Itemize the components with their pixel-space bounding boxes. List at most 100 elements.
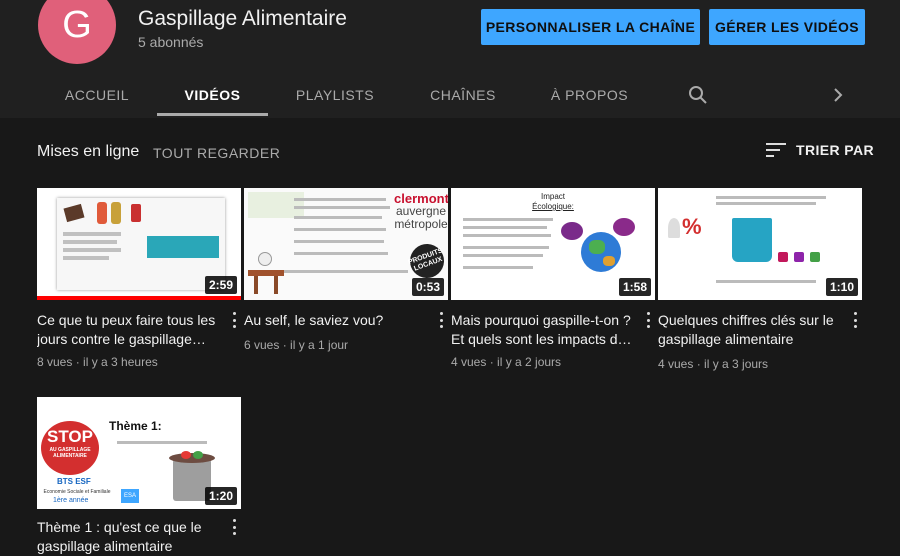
- subscriber-count: 5 abonnés: [138, 34, 204, 50]
- upload-age: il y a 2 jours: [497, 355, 562, 369]
- text-line: [463, 246, 549, 249]
- text-line: [117, 441, 207, 444]
- polluted-earth-image: [559, 218, 635, 278]
- bottle-image: [97, 202, 107, 224]
- tab-playlists[interactable]: PLAYLISTS: [290, 72, 380, 118]
- play-all-button[interactable]: TOUT REGARDER: [153, 145, 280, 161]
- video-duration: 1:10: [825, 278, 858, 296]
- video-thumbnail[interactable]: Impact Écologique: 1:58: [451, 188, 655, 300]
- text-line: [716, 202, 816, 205]
- manage-videos-button[interactable]: GÉRER LES VIDÉOS: [709, 9, 865, 45]
- sort-label: TRIER PAR: [796, 142, 875, 158]
- chocolate-image: [63, 203, 85, 223]
- channel-tabs: ACCUEIL VIDÉOS PLAYLISTS CHAÎNES À PROPO…: [0, 72, 900, 118]
- video-card: Thème 1: STOP AU GASPILLAGE ALIMENTAIRE …: [37, 397, 241, 556]
- tab-videos[interactable]: VIDÉOS: [157, 72, 268, 118]
- video-title[interactable]: Ce que tu peux faire tous les jours cont…: [37, 311, 221, 349]
- teal-banner: [147, 236, 219, 258]
- video-thumbnail[interactable]: clermont auvergne métropole PRODUITS LOC…: [244, 188, 448, 300]
- slide-heading: Impact Écologique:: [532, 192, 574, 211]
- avatar-letter: G: [62, 3, 92, 46]
- upload-age: il y a 3 heures: [83, 355, 158, 369]
- text-line: [463, 266, 533, 269]
- channel-name: Gaspillage Alimentaire: [138, 7, 347, 30]
- food-illustration: [248, 192, 304, 218]
- tab-home[interactable]: ACCUEIL: [58, 72, 136, 118]
- shelf-title: Mises en ligne: [37, 143, 140, 160]
- text-line: [63, 248, 121, 252]
- text-line: [284, 270, 408, 273]
- tab-channels[interactable]: CHAÎNES: [425, 72, 501, 118]
- video-title[interactable]: Quelques chiffres clés sur le gaspillage…: [658, 311, 842, 349]
- food-icon: [778, 252, 788, 262]
- text-line: [294, 198, 386, 201]
- upload-age: il y a 3 jours: [704, 357, 769, 371]
- person-at-desk-image: [248, 252, 284, 294]
- video-duration: 2:59: [204, 276, 237, 294]
- more-vert-icon[interactable]: [229, 517, 239, 537]
- percent-figure-image: %: [668, 212, 712, 248]
- more-vert-icon[interactable]: [436, 310, 446, 330]
- text-line: [716, 280, 816, 283]
- text-line: [463, 234, 551, 237]
- thumbnail-slide: [57, 198, 225, 290]
- view-count: 4 vues: [451, 355, 487, 369]
- local-products-badge: PRODUITS LOCAUX: [405, 239, 448, 283]
- food-icon: [810, 252, 820, 262]
- clermont-logo: clermont auvergne métropole: [394, 191, 448, 231]
- text-line: [294, 252, 388, 255]
- video-meta: 4 vues · il y a 2 jours: [451, 355, 562, 369]
- text-line: [63, 240, 117, 244]
- customize-channel-button[interactable]: PERSONNALISER LA CHAÎNE: [481, 9, 700, 45]
- text-line: [63, 256, 109, 260]
- more-vert-icon[interactable]: [643, 310, 653, 330]
- sort-button[interactable]: TRIER PAR: [766, 142, 874, 158]
- text-line: [294, 228, 386, 231]
- video-thumbnail[interactable]: 2:59: [37, 188, 241, 300]
- video-card: 2:59 Ce que tu peux faire tous les jours…: [37, 188, 241, 378]
- esf-label: Economie Sociale et Familiale: [43, 489, 111, 495]
- view-count: 6 vues: [244, 338, 280, 352]
- chevron-right-icon[interactable]: [828, 72, 848, 118]
- more-vert-icon[interactable]: [229, 310, 239, 330]
- sort-icon: [766, 143, 786, 157]
- channel-avatar[interactable]: G: [38, 0, 116, 64]
- food-icon: [794, 252, 804, 262]
- video-duration: 1:58: [618, 278, 651, 296]
- bottle-image: [111, 202, 121, 224]
- video-card: clermont auvergne métropole PRODUITS LOC…: [244, 188, 448, 378]
- year-label: 1ère année: [53, 497, 89, 504]
- video-card: Impact Écologique: 1:58 Mais pourquoi ga…: [451, 188, 655, 378]
- video-duration: 1:20: [204, 487, 237, 505]
- video-thumbnail[interactable]: % 1:10: [658, 188, 862, 300]
- trash-bin-image: [732, 218, 772, 262]
- video-title[interactable]: Au self, le saviez vou?: [244, 311, 428, 330]
- text-line: [463, 218, 553, 221]
- search-icon[interactable]: [686, 72, 710, 118]
- channel-header: G Gaspillage Alimentaire 5 abonnés PERSO…: [0, 0, 900, 118]
- video-meta: 6 vues · il y a 1 jour: [244, 338, 349, 352]
- text-line: [294, 206, 390, 209]
- view-count: 8 vues: [37, 355, 73, 369]
- more-vert-icon[interactable]: [850, 310, 860, 330]
- text-line: [294, 240, 384, 243]
- bts-label: BTS ESF: [57, 477, 91, 486]
- video-meta: 4 vues · il y a 3 jours: [658, 357, 769, 371]
- text-line: [294, 216, 382, 219]
- text-line: [463, 254, 543, 257]
- video-duration: 0:53: [411, 278, 444, 296]
- video-meta: 8 vues · il y a 3 heures: [37, 355, 158, 369]
- text-line: [716, 196, 826, 199]
- can-image: [131, 204, 141, 222]
- video-thumbnail[interactable]: Thème 1: STOP AU GASPILLAGE ALIMENTAIRE …: [37, 397, 241, 509]
- view-count: 4 vues: [658, 357, 694, 371]
- stop-sign-image: STOP AU GASPILLAGE ALIMENTAIRE: [41, 421, 99, 475]
- video-title[interactable]: Thème 1 : qu'est ce que le gaspillage al…: [37, 518, 221, 556]
- esa-logo: ESA: [121, 489, 139, 503]
- tab-about[interactable]: À PROPOS: [547, 72, 632, 118]
- upload-age: il y a 1 jour: [290, 338, 349, 352]
- video-card: % 1:10 Quelques chiffres clés sur le gas…: [658, 188, 862, 378]
- text-line: [63, 232, 121, 236]
- text-line: [463, 226, 547, 229]
- video-title[interactable]: Mais pourquoi gaspille-t-on ? Et quels s…: [451, 311, 635, 349]
